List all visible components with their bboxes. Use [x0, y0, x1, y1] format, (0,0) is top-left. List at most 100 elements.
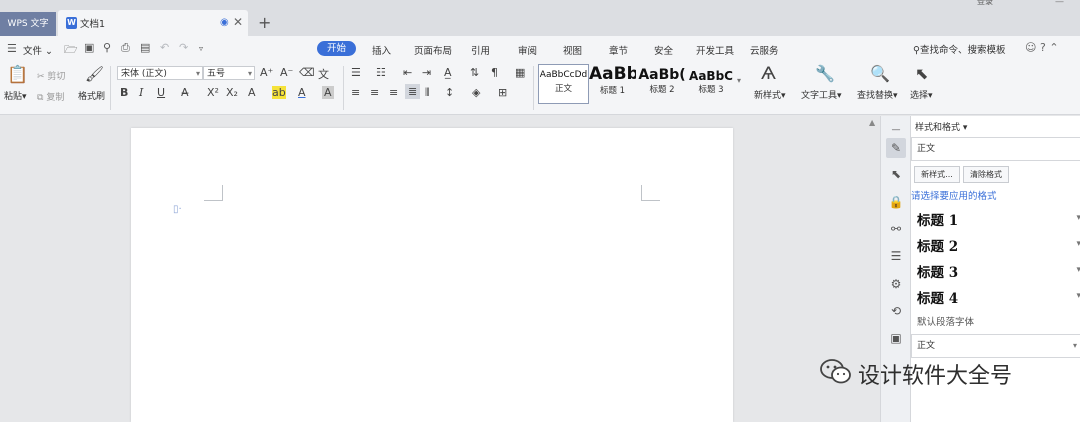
shrink-font-icon[interactable]: A⁻	[280, 66, 293, 79]
tab-review[interactable]: 审阅	[518, 43, 537, 57]
styles-pane-icon[interactable]: ✎	[886, 138, 906, 158]
chevron-down-icon[interactable]: ▾	[1076, 239, 1080, 249]
paragraph-marker-icon[interactable]: ▯·	[173, 204, 182, 215]
export-pdf-icon[interactable]: ▤	[140, 41, 150, 54]
text-tools-button[interactable]: 文字工具▾	[801, 88, 842, 101]
save-icon[interactable]: ▣	[84, 41, 94, 54]
text-effects-icon[interactable]: A	[248, 86, 256, 99]
increase-indent-icon[interactable]: ⇥	[422, 66, 431, 79]
tab-insert[interactable]: 插入	[372, 43, 391, 57]
document-page[interactable]: ▯·	[131, 128, 733, 422]
tab-section[interactable]: 章节	[609, 43, 628, 57]
tab-cloud-services[interactable]: 云服务	[750, 43, 779, 57]
table-icon[interactable]: ▦	[515, 66, 525, 79]
pane-title[interactable]: 样式和格式 ▾	[915, 120, 967, 133]
select-cursor-icon[interactable]: ⬉	[915, 64, 928, 83]
phonetic-guide-icon[interactable]: 文	[318, 66, 329, 82]
redo-icon[interactable]: ↷	[179, 41, 188, 54]
login-link[interactable]: 登录	[977, 0, 993, 7]
share-icon[interactable]: ⚯	[886, 219, 906, 239]
clear-formatting-icon[interactable]: ⌫	[299, 66, 315, 79]
font-color-icon[interactable]: A	[298, 86, 306, 99]
clear-format-button[interactable]: 清除格式	[963, 166, 1009, 183]
line-spacing-icon[interactable]: ↕	[445, 86, 454, 99]
close-tab-icon[interactable]: ✕	[233, 15, 243, 29]
justify-icon[interactable]: ≣	[405, 84, 421, 99]
file-menu[interactable]: 文件 ⌄	[23, 43, 53, 57]
style-gallery-heading1[interactable]: AaBb 标题 1	[589, 64, 636, 102]
select-button[interactable]: 选择▾	[910, 88, 933, 101]
current-style-field[interactable]: 正文	[911, 137, 1080, 161]
collapse-ribbon-icon[interactable]: ⌃	[1049, 41, 1058, 54]
find-replace-button[interactable]: 查找替换▾	[857, 88, 898, 101]
grow-font-icon[interactable]: A⁺	[260, 66, 273, 79]
italic-icon[interactable]: I	[139, 86, 143, 99]
format-painter-button[interactable]: 格式刷	[78, 89, 105, 102]
char-shading-icon[interactable]: A	[322, 86, 334, 99]
show-marks-icon[interactable]: ¶	[491, 66, 498, 79]
tab-view[interactable]: 视图	[563, 43, 582, 57]
distributed-align-icon[interactable]: ⫴	[425, 86, 430, 100]
superscript-icon[interactable]: X²	[207, 86, 219, 99]
collapse-sidebar-icon[interactable]: —	[886, 120, 906, 140]
new-style-button[interactable]: 新样式▾	[754, 88, 786, 101]
copy-button[interactable]: ⧉ 复制	[37, 90, 64, 103]
restrict-editing-icon[interactable]: 🔒	[886, 192, 906, 212]
sort-icon[interactable]: ⇅	[470, 66, 479, 79]
new-style-icon[interactable]: Ѧ	[761, 64, 776, 84]
help-icon[interactable]: ?	[1040, 41, 1046, 54]
bullet-list-icon[interactable]: ☰	[351, 66, 361, 79]
scroll-up-icon[interactable]: ▲	[869, 118, 875, 127]
style-gallery-heading2[interactable]: AaBb( 标题 2	[638, 64, 686, 102]
cloud-sync-icon[interactable]: ◉	[220, 17, 229, 28]
chevron-down-icon[interactable]: ▾	[1076, 213, 1080, 223]
show-style-select[interactable]: 正文 ▾	[911, 334, 1080, 358]
tab-home[interactable]: 开始	[317, 41, 356, 56]
style-list-item[interactable]: 标题 3 ▾	[911, 256, 1080, 282]
print-icon[interactable]: ⎙	[121, 41, 130, 55]
font-name-select[interactable]: 宋体 (正文) ▾	[117, 66, 203, 80]
border-icon[interactable]: ⊞	[498, 86, 507, 99]
settings-sliders-icon[interactable]: ⚙	[886, 274, 906, 294]
tab-security[interactable]: 安全	[654, 43, 673, 57]
underline-icon[interactable]: U	[157, 86, 165, 99]
format-painter-icon[interactable]: 🖌	[85, 65, 104, 83]
tab-developer-tools[interactable]: 开发工具	[696, 43, 734, 57]
window-minimize-icon[interactable]: —	[1055, 0, 1064, 7]
align-left-icon[interactable]: ≡	[351, 86, 360, 99]
select-pane-icon[interactable]: ⬉	[886, 164, 906, 184]
highlight-icon[interactable]: ab	[272, 86, 286, 99]
tab-references[interactable]: 引用	[471, 43, 490, 57]
style-gallery-normal[interactable]: AaBbCcDd 正文	[538, 64, 589, 104]
font-size-select[interactable]: 五号 ▾	[203, 66, 255, 80]
chevron-down-icon[interactable]: ▾	[1076, 265, 1080, 275]
chinese-layout-icon[interactable]: A̲	[444, 66, 452, 79]
feedback-icon[interactable]: ☺	[1025, 41, 1036, 54]
print-preview-icon[interactable]: ⚲	[103, 41, 111, 54]
decrease-indent-icon[interactable]: ⇤	[403, 66, 412, 79]
style-list-item[interactable]: 标题 2 ▾	[911, 230, 1080, 256]
open-folder-icon[interactable]: 🗁	[64, 41, 78, 60]
hamburger-menu-icon[interactable]: ☰	[7, 42, 17, 55]
backup-icon[interactable]: ▣	[886, 328, 906, 348]
new-style-pane-button[interactable]: 新样式...	[914, 166, 960, 183]
history-icon[interactable]: ⟲	[886, 301, 906, 321]
align-right-icon[interactable]: ≡	[389, 86, 398, 99]
paste-button[interactable]: 粘贴▾	[4, 89, 27, 102]
strikethrough-icon[interactable]: A̶	[181, 86, 189, 99]
command-search[interactable]: ⚲查找命令、搜索模板	[913, 42, 1005, 56]
style-list-item[interactable]: 标题 1 ▾	[911, 204, 1080, 230]
align-center-icon[interactable]: ≡	[370, 86, 379, 99]
document-tab[interactable]: W 文档1 ◉ ✕	[58, 10, 248, 36]
numbered-list-icon[interactable]: ☷	[376, 66, 386, 79]
paste-icon[interactable]: 📋	[7, 65, 28, 85]
tab-page-layout[interactable]: 页面布局	[414, 43, 452, 57]
navigation-pane-icon[interactable]: ☰	[886, 246, 906, 266]
find-replace-icon[interactable]: 🔍	[870, 64, 890, 83]
wrench-icon[interactable]: 🔧	[815, 64, 835, 83]
default-paragraph-font[interactable]: 默认段落字体	[917, 314, 974, 328]
style-gallery-heading3[interactable]: AaBbC 标题 3	[688, 64, 734, 102]
chevron-down-icon[interactable]: ▾	[1076, 291, 1080, 301]
app-tab-wps-writer[interactable]: WPS 文字	[0, 12, 56, 36]
shading-icon[interactable]: ◈	[472, 86, 480, 99]
